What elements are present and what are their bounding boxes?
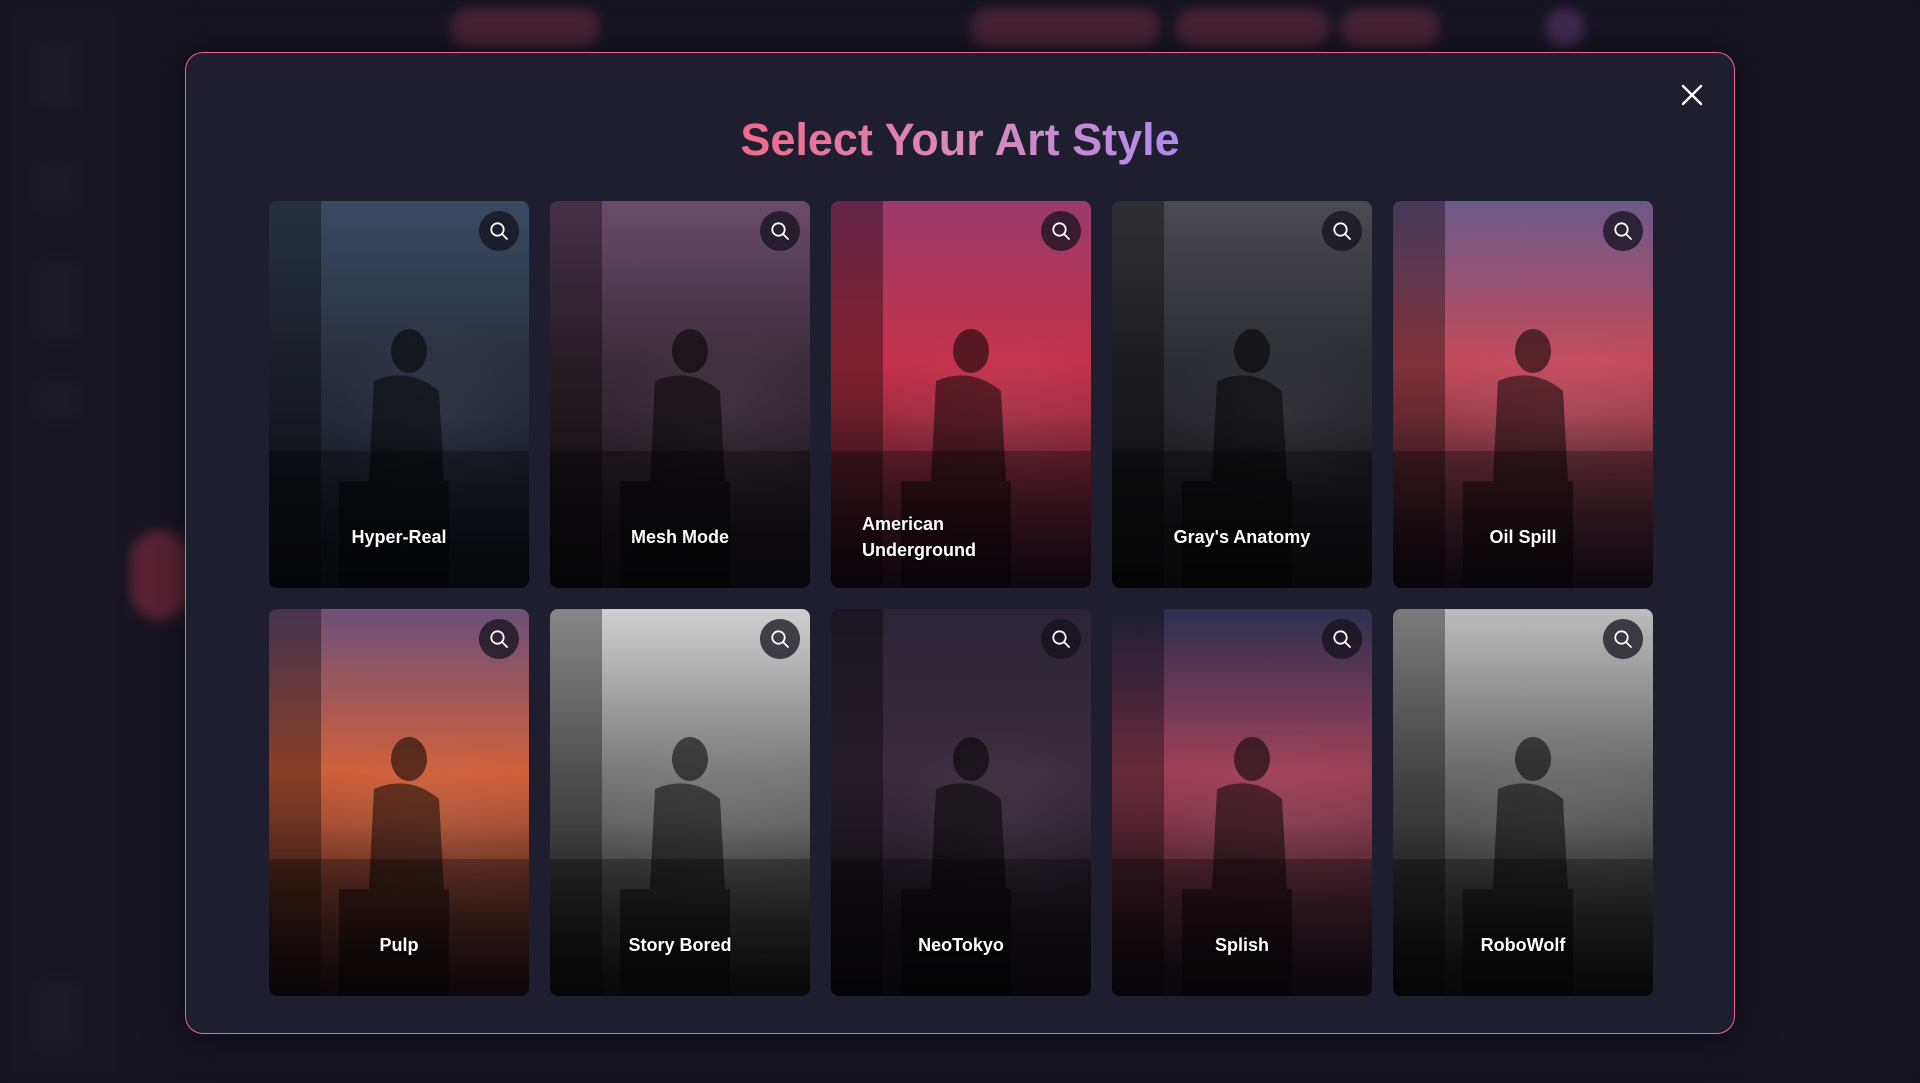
- close-button[interactable]: [1672, 75, 1712, 115]
- label-gradient: [269, 821, 529, 996]
- label-gradient: [1112, 821, 1372, 996]
- style-label: RoboWolf: [1480, 935, 1566, 955]
- label-gradient: [550, 821, 810, 996]
- search-icon: [771, 222, 789, 240]
- zoom-button[interactable]: [760, 211, 800, 251]
- close-icon: [1681, 84, 1703, 106]
- zoom-button[interactable]: [1603, 619, 1643, 659]
- zoom-button[interactable]: [1322, 619, 1362, 659]
- search-icon: [1333, 630, 1351, 648]
- style-card-oil-spill[interactable]: Oil Spill: [1393, 201, 1653, 588]
- zoom-button[interactable]: [760, 619, 800, 659]
- style-label: Mesh Mode: [630, 527, 729, 547]
- modal-title: Select Your Art Style: [740, 114, 1180, 165]
- label-gradient: [1112, 413, 1372, 588]
- style-card-american-underground[interactable]: American Underground: [831, 201, 1091, 588]
- style-card-gray-s-anatomy[interactable]: Gray's Anatomy: [1112, 201, 1372, 588]
- search-icon: [1052, 222, 1070, 240]
- style-card-splish[interactable]: Splish: [1112, 609, 1372, 996]
- zoom-button[interactable]: [1603, 211, 1643, 251]
- label-gradient: [1393, 821, 1653, 996]
- label-gradient: [550, 413, 810, 588]
- style-label: Hyper-Real: [351, 527, 447, 547]
- search-icon: [1614, 630, 1632, 648]
- search-icon: [490, 222, 508, 240]
- zoom-button[interactable]: [479, 619, 519, 659]
- search-icon: [1052, 630, 1070, 648]
- style-label: American Underground: [862, 514, 976, 560]
- zoom-button[interactable]: [1322, 211, 1362, 251]
- search-icon: [490, 630, 508, 648]
- style-label: Oil Spill: [1489, 527, 1557, 547]
- style-card-mesh-mode[interactable]: Mesh Mode: [550, 201, 810, 588]
- style-card-pulp[interactable]: Pulp: [269, 609, 529, 996]
- label-gradient: [1393, 413, 1653, 588]
- style-card-neotokyo[interactable]: NeoTokyo: [831, 609, 1091, 996]
- style-card-story-bored[interactable]: Story Bored: [550, 609, 810, 996]
- zoom-button[interactable]: [479, 211, 519, 251]
- art-style-modal: Select Your Art Style Hyper-Real Mesh Mod…: [185, 52, 1735, 1034]
- zoom-button[interactable]: [1041, 211, 1081, 251]
- art-style-grid: Hyper-Real Mesh Mode American Underground G…: [269, 201, 1653, 996]
- style-label: NeoTokyo: [918, 935, 1004, 955]
- style-card-robowolf[interactable]: RoboWolf: [1393, 609, 1653, 996]
- search-icon: [1614, 222, 1632, 240]
- style-label: Splish: [1214, 935, 1269, 955]
- style-label: Gray's Anatomy: [1173, 527, 1311, 547]
- style-label: Story Bored: [628, 935, 732, 955]
- style-card-hyper-real[interactable]: Hyper-Real: [269, 201, 529, 588]
- label-gradient: [269, 413, 529, 588]
- zoom-button[interactable]: [1041, 619, 1081, 659]
- style-label: Pulp: [379, 935, 419, 955]
- search-icon: [771, 630, 789, 648]
- search-icon: [1333, 222, 1351, 240]
- label-gradient: [831, 821, 1091, 996]
